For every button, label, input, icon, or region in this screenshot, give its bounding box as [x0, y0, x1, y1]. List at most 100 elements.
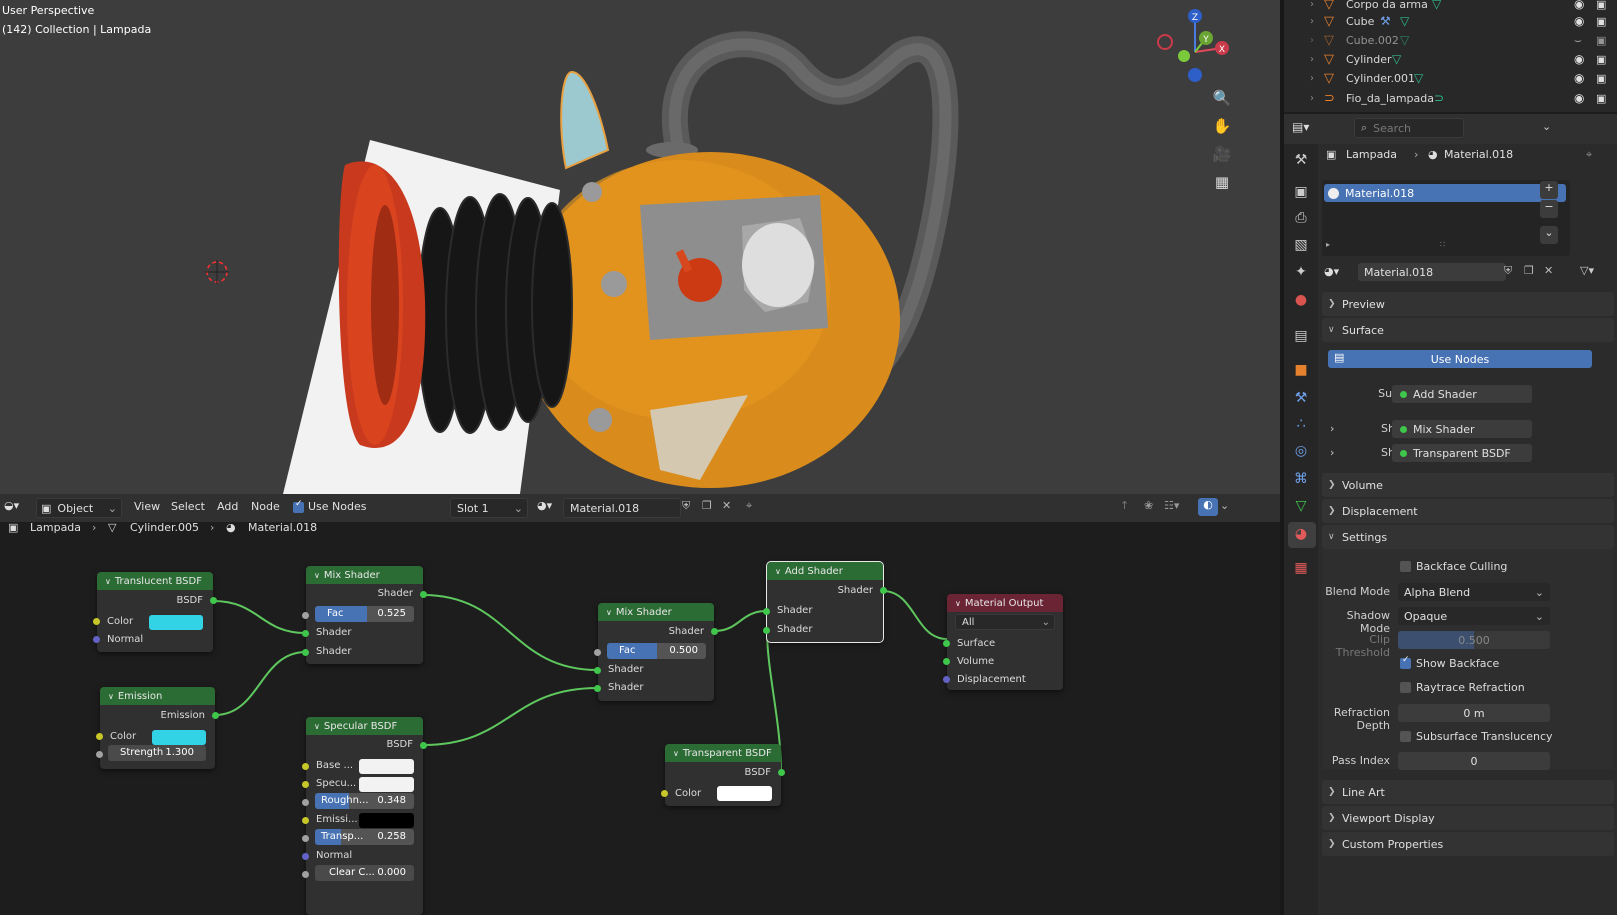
- input-socket[interactable]: [661, 790, 668, 797]
- outliner-row[interactable]: › ▽ Cube ⚒ ▽ ◉ ▣: [1284, 11, 1617, 31]
- preview-panel-header[interactable]: ❯ Preview: [1322, 292, 1614, 316]
- node-editor-canvas[interactable]: ▣ Lampada › ▽ Cylinder.005 › ◕ Material.…: [0, 521, 1280, 915]
- overlays-icon[interactable]: ◐: [1198, 498, 1218, 516]
- pin-icon[interactable]: ⌖: [746, 499, 752, 513]
- expand-icon[interactable]: ›: [1310, 73, 1324, 84]
- material-slot-list[interactable]: Material.018 ▸ ∷: [1322, 180, 1570, 256]
- input-socket[interactable]: [302, 781, 309, 788]
- mix-shader-node-1[interactable]: ∨ Mix Shader Shader Fac 0.525 Shader Shade…: [302, 566, 427, 664]
- fac-slider[interactable]: Fac 0.525: [315, 606, 414, 622]
- backface-culling-checkbox[interactable]: [1400, 561, 1411, 572]
- outliner-row[interactable]: › ▽ Cylinder.001 ▽ ◉ ▣: [1284, 68, 1617, 88]
- color-swatch[interactable]: [359, 759, 414, 774]
- volume-panel-header[interactable]: ❯ Volume: [1322, 473, 1614, 497]
- output-socket[interactable]: [212, 712, 219, 719]
- material-icon[interactable]: ◕: [1292, 526, 1310, 544]
- camera-icon[interactable]: ▣: [1596, 0, 1606, 11]
- input-socket[interactable]: [594, 649, 601, 656]
- material-name-field[interactable]: Material.018: [563, 498, 681, 518]
- transparency-slider[interactable]: Transp... 0.258: [315, 829, 414, 845]
- pin-icon[interactable]: ⌖: [1586, 148, 1592, 162]
- mesh-data-icon[interactable]: ▽: [1292, 498, 1310, 516]
- fake-user-shield-icon[interactable]: ⛨: [1504, 264, 1512, 278]
- output-icon[interactable]: ⎙: [1292, 210, 1310, 228]
- mix-shader-node-2[interactable]: ∨ Mix Shader Shader Fac 0.500 Shader Shade…: [594, 603, 718, 701]
- input-socket[interactable]: [302, 799, 309, 806]
- material-name-field[interactable]: Material.018: [1358, 263, 1506, 281]
- select-menu[interactable]: Select: [171, 500, 205, 513]
- color-swatch[interactable]: [152, 730, 206, 745]
- add-shader-node[interactable]: ∨ Add Shader Shader Shader Shader: [763, 561, 887, 643]
- expand-icon[interactable]: ›: [1330, 422, 1334, 435]
- editor-type-icon[interactable]: ◒▾: [4, 499, 19, 512]
- outliner-item-name[interactable]: Cube: [1346, 15, 1374, 28]
- fake-user-shield-icon[interactable]: ⛨: [682, 499, 690, 513]
- output-socket[interactable]: [420, 591, 427, 598]
- expand-icon[interactable]: ›: [1310, 54, 1324, 65]
- modifier-wrench-icon[interactable]: ⚒: [1292, 390, 1310, 408]
- target-dropdown[interactable]: All ⌄: [955, 614, 1055, 630]
- surface-shader-field[interactable]: Add Shader: [1392, 385, 1532, 403]
- input-socket[interactable]: [302, 853, 309, 860]
- clip-threshold-slider[interactable]: 0.500: [1398, 631, 1550, 649]
- output-socket[interactable]: [778, 769, 785, 776]
- snap-icon[interactable]: ❀: [1144, 499, 1153, 512]
- expand-icon[interactable]: ›: [1310, 35, 1324, 46]
- viewport-display-panel-header[interactable]: ❯ Viewport Display: [1322, 806, 1614, 830]
- render-icon[interactable]: ▣: [1292, 184, 1310, 202]
- transparent-bsdf-node[interactable]: ∨ Transparent BSDF BSDF Color: [661, 744, 785, 806]
- outliner-row[interactable]: › ▽ Cube.002 ▽ ⌣ ▣: [1284, 30, 1617, 50]
- input-socket[interactable]: [943, 658, 950, 665]
- color-swatch[interactable]: [149, 615, 203, 630]
- view-menu[interactable]: View: [134, 500, 160, 513]
- specular-bsdf-node[interactable]: ∨ Specular BSDF BSDF Base ... Specu... Ro…: [302, 717, 427, 915]
- overlays-dropdown-icon[interactable]: ⌄: [1220, 499, 1229, 512]
- world-icon[interactable]: ●: [1292, 292, 1310, 310]
- input-socket[interactable]: [93, 636, 100, 643]
- output-socket[interactable]: [420, 742, 427, 749]
- options-chevron-icon[interactable]: ⌄: [1542, 120, 1551, 133]
- material-output-node[interactable]: ∨ Material Output All ⌄ Surface Volume Dis…: [943, 594, 1063, 690]
- color-swatch[interactable]: [359, 813, 414, 828]
- mode-dropdown[interactable]: ▣ Object ⌄: [36, 498, 122, 518]
- pan-hand-icon[interactable]: ✋: [1209, 113, 1235, 139]
- input-socket[interactable]: [96, 733, 103, 740]
- input-socket[interactable]: [763, 608, 770, 615]
- input-socket[interactable]: [302, 612, 309, 619]
- constraints-icon[interactable]: ⌘: [1292, 471, 1310, 489]
- expand-icon[interactable]: ›: [1310, 0, 1324, 10]
- object-icon[interactable]: ■: [1292, 362, 1310, 380]
- search-field[interactable]: ⌕ Search: [1354, 118, 1464, 138]
- raytrace-refraction-checkbox[interactable]: [1400, 682, 1411, 693]
- input-socket[interactable]: [302, 871, 309, 878]
- camera-icon[interactable]: ▣: [1596, 15, 1606, 28]
- outliner[interactable]: › ▽ Corpo da arma ▽ ◉ ▣ › ▽ Cube ⚒ ▽ ◉ ▣…: [1284, 0, 1617, 112]
- camera-icon[interactable]: ▣: [1596, 53, 1606, 66]
- add-menu[interactable]: Add: [217, 500, 238, 513]
- camera-icon[interactable]: ▣: [1596, 72, 1606, 85]
- outliner-item-name[interactable]: Cube.002: [1346, 34, 1399, 47]
- perspective-grid-icon[interactable]: ▦: [1209, 169, 1235, 195]
- roughness-slider[interactable]: Roughn... 0.348: [315, 793, 414, 809]
- outliner-item-name[interactable]: Fio_da_lampada: [1346, 92, 1434, 105]
- camera-icon[interactable]: ▣: [1596, 92, 1606, 105]
- eye-icon[interactable]: ◉: [1574, 0, 1584, 11]
- input-socket[interactable]: [302, 817, 309, 824]
- texture-icon[interactable]: ▦: [1292, 560, 1310, 578]
- collection-icon[interactable]: ▤: [1292, 328, 1310, 346]
- parent-node-tree-icon[interactable]: ↑: [1120, 499, 1129, 512]
- zoom-icon[interactable]: 🔍: [1209, 85, 1235, 111]
- eye-icon[interactable]: ◉: [1574, 91, 1584, 105]
- pass-index-field[interactable]: 0: [1398, 752, 1550, 770]
- custom-properties-panel-header[interactable]: ❯ Custom Properties: [1322, 832, 1614, 856]
- input-socket[interactable]: [594, 667, 601, 674]
- expand-icon[interactable]: ›: [1330, 446, 1334, 459]
- unlink-x-icon[interactable]: ✕: [1544, 264, 1553, 277]
- outliner-item-name[interactable]: Cylinder: [1346, 53, 1392, 66]
- input-socket[interactable]: [93, 618, 100, 625]
- input-socket[interactable]: [302, 649, 309, 656]
- input-socket[interactable]: [302, 630, 309, 637]
- snapping-options-icon[interactable]: ☷▾: [1164, 499, 1179, 512]
- fac-slider[interactable]: Fac 0.500: [607, 643, 706, 659]
- particles-icon[interactable]: ∴: [1292, 416, 1310, 434]
